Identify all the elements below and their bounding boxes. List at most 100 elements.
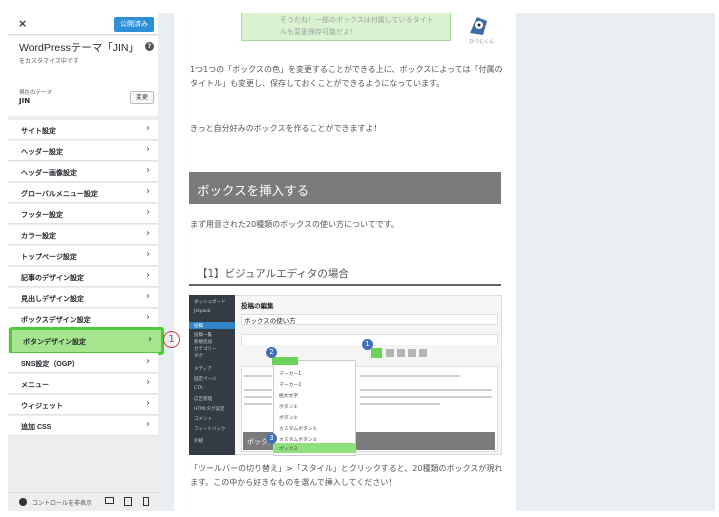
- menu-footer-settings[interactable]: フッター設定 ›: [8, 204, 158, 224]
- current-theme-label: 現在のテーマ: [19, 90, 53, 96]
- menu-label: カラー設定: [21, 233, 56, 240]
- editor-text-line: [360, 389, 492, 391]
- editor-menu-item: コメント: [194, 417, 212, 422]
- customizing-subtitle: をカスタマイズ中です: [19, 59, 79, 65]
- editor-text-line: [360, 396, 492, 398]
- editor-menu-item: 固定ページ: [194, 377, 217, 382]
- toolbar-button-icon: [397, 349, 405, 357]
- toolbar-toggle-icon: [371, 348, 382, 358]
- chevron-right-icon: ›: [146, 312, 150, 323]
- menu-label: ヘッダー画像設定: [21, 170, 77, 177]
- question-icon[interactable]: ?: [145, 42, 154, 51]
- step-marker: 1: [163, 331, 180, 348]
- editor-menu-item: 投稿一覧: [194, 333, 212, 338]
- chevron-right-icon: ›: [146, 228, 150, 239]
- heading-3-underline: [189, 284, 501, 286]
- step-badge: 1: [362, 339, 373, 350]
- menu-label: ヘッダー設定: [21, 149, 63, 156]
- dropdown-item: マーカー2: [279, 383, 302, 388]
- menu-sns-settings[interactable]: SNS設定（OGP） ›: [8, 353, 158, 373]
- editor-text-line: [360, 375, 460, 377]
- menu-color-settings[interactable]: カラー設定 ›: [8, 225, 158, 245]
- dropdown-item: マーカー1: [279, 372, 302, 377]
- paragraph-intro: まず用意された20種類のボックスの使い方についてです。: [190, 220, 399, 229]
- menu-label: SNS設定（OGP）: [21, 361, 79, 368]
- editor-menu-item: CTA: [194, 386, 203, 391]
- editor-text-line: [244, 396, 272, 398]
- step-badge: 2: [266, 347, 277, 358]
- editor-text-line: [360, 403, 440, 405]
- chevron-right-icon: ›: [146, 186, 150, 197]
- editor-menu-item: HTMLタグ設定: [194, 407, 225, 412]
- editor-menu-item: 広告管理: [194, 397, 212, 402]
- menu-label: ボックスデザイン設定: [21, 317, 91, 324]
- sheep-character-icon: [470, 17, 487, 35]
- heading-3: 【1】ビジュアルエディタの場合: [197, 268, 349, 280]
- site-title: WordPressテーマ「JIN」の: [19, 42, 137, 54]
- menu-global-menu-settings[interactable]: グローバルメニュー設定 ›: [8, 183, 158, 203]
- menu-header-settings[interactable]: ヘッダー設定 ›: [8, 141, 158, 161]
- menu-header-image-settings[interactable]: ヘッダー画像設定 ›: [8, 162, 158, 182]
- menu-menus[interactable]: メニュー ›: [8, 374, 158, 394]
- chevron-right-icon: ›: [146, 123, 150, 134]
- menu-label: 追加 CSS: [21, 424, 52, 431]
- tablet-preview-icon[interactable]: [124, 497, 132, 506]
- sidebar-footer: コントロールを非表示: [8, 492, 158, 511]
- menu-label: 記事のデザイン設定: [21, 275, 84, 282]
- menu-label: ボタンデザイン設定: [23, 338, 86, 346]
- chevron-right-icon: ›: [146, 165, 150, 176]
- editor-menu-item: メディア: [194, 367, 212, 372]
- menu-label: メニュー: [21, 382, 49, 389]
- editor-menu-item: 外観: [194, 439, 203, 444]
- step-badge: 3: [266, 433, 277, 444]
- editor-menu-item: 投稿: [194, 324, 203, 329]
- menu-top-page-settings[interactable]: トップページ設定 ›: [8, 246, 158, 266]
- menu-widgets[interactable]: ウィジェット ›: [8, 395, 158, 415]
- editor-menu-item: フィードバック: [194, 427, 226, 432]
- dropdown-item: ボタン②: [279, 416, 298, 421]
- heading-2: ボックスを挿入する: [197, 183, 310, 198]
- change-theme-button[interactable]: 変更: [130, 91, 154, 104]
- menu-additional-css[interactable]: 追加 CSS ›: [8, 416, 158, 436]
- toolbar-button-icon: [408, 349, 416, 357]
- dropdown-item: ボタン①: [279, 405, 298, 410]
- chevron-right-icon: ›: [146, 207, 150, 218]
- menu-label: トップページ設定: [21, 254, 77, 261]
- menu-label: 見出しデザイン設定: [21, 296, 84, 303]
- customizer-screen: そうだね！一部のボックスは付属しているタイトルも変更保存可能だよ！ ひつじくん …: [0, 0, 719, 517]
- desktop-preview-icon[interactable]: [105, 497, 114, 504]
- menu-label: フッター設定: [21, 212, 63, 219]
- menu-box-design-settings[interactable]: ボックスデザイン設定 ›: [8, 309, 158, 329]
- dropdown-item: カスタムボタン②: [279, 438, 317, 443]
- chevron-right-icon: ›: [146, 249, 150, 260]
- editor-menu-item: タグ: [194, 354, 203, 359]
- toolbar-button-icon: [386, 349, 394, 357]
- menu-article-design-settings[interactable]: 記事のデザイン設定 ›: [8, 267, 158, 287]
- paragraph-toolbar-instructions: 「ツールバーの切り替え」>「スタイル」とクリックすると、20種類のボックスが現れ…: [190, 464, 503, 487]
- chevron-right-icon: ›: [146, 270, 150, 281]
- chevron-right-icon: ›: [146, 419, 150, 430]
- menu-button-design-settings[interactable]: ボタンデザイン設定 ›: [9, 327, 164, 355]
- paragraph-box-colors: 1つ1つの「ボックスの色」を変更することができる上に、ボックスによっては「付属の…: [190, 65, 503, 88]
- menu-heading-design-settings[interactable]: 見出しデザイン設定 ›: [8, 288, 158, 308]
- hide-controls-label[interactable]: コントロールを非表示: [32, 498, 92, 507]
- mobile-preview-icon[interactable]: [143, 497, 149, 506]
- menu-label: グローバルメニュー設定: [21, 191, 98, 198]
- publish-button[interactable]: 公開済み: [114, 17, 154, 32]
- current-theme-name: JIN: [19, 97, 31, 105]
- menu-label: ウィジェット: [21, 403, 63, 410]
- dropdown-item: カスタムボタン①: [279, 427, 317, 432]
- dropdown-item: 極太文字: [279, 394, 299, 399]
- close-icon[interactable]: ×: [18, 17, 27, 30]
- hide-controls-icon[interactable]: [19, 498, 27, 506]
- editor-menu-item: カテゴリー: [194, 347, 217, 352]
- chevron-right-icon: ›: [148, 334, 152, 345]
- editor-menu-item: 新規追加: [194, 340, 212, 345]
- editor-page-title: 投稿の編集: [241, 302, 274, 310]
- menu-site-settings[interactable]: サイト設定 ›: [8, 120, 158, 140]
- editor-text-line: [244, 375, 272, 377]
- dropdown-item: ボックス: [279, 447, 299, 452]
- toolbar-button-icon: [419, 349, 427, 357]
- chevron-right-icon: ›: [146, 144, 150, 155]
- menu-label: サイト設定: [21, 128, 56, 135]
